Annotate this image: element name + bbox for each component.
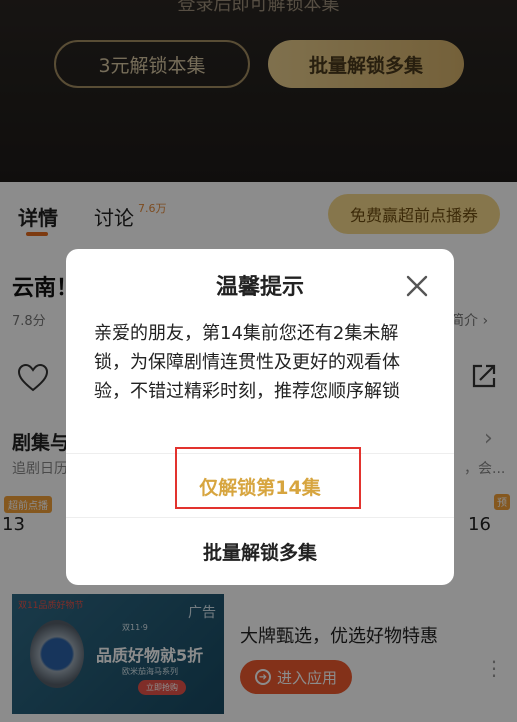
- dialog-message: 亲爱的朋友，第14集前您还有2集未解锁，为保障剧情连贯性及更好的观看体验，不错过…: [94, 323, 400, 402]
- dialog-batch-unlock-button[interactable]: 批量解锁多集: [66, 519, 454, 583]
- dialog-title: 温馨提示: [215, 275, 304, 300]
- close-icon[interactable]: [404, 273, 430, 299]
- page: 登录后即可解锁本集 3元解锁本集 批量解锁多集 详情 讨论 7.6万 免费赢超前…: [0, 0, 517, 722]
- unlock-tip-dialog: 温馨提示 亲爱的朋友，第14集前您还有2集未解锁，为保障剧情连贯性及更好的观看体…: [66, 249, 454, 585]
- divider: [66, 517, 454, 518]
- highlight-box: [175, 447, 361, 509]
